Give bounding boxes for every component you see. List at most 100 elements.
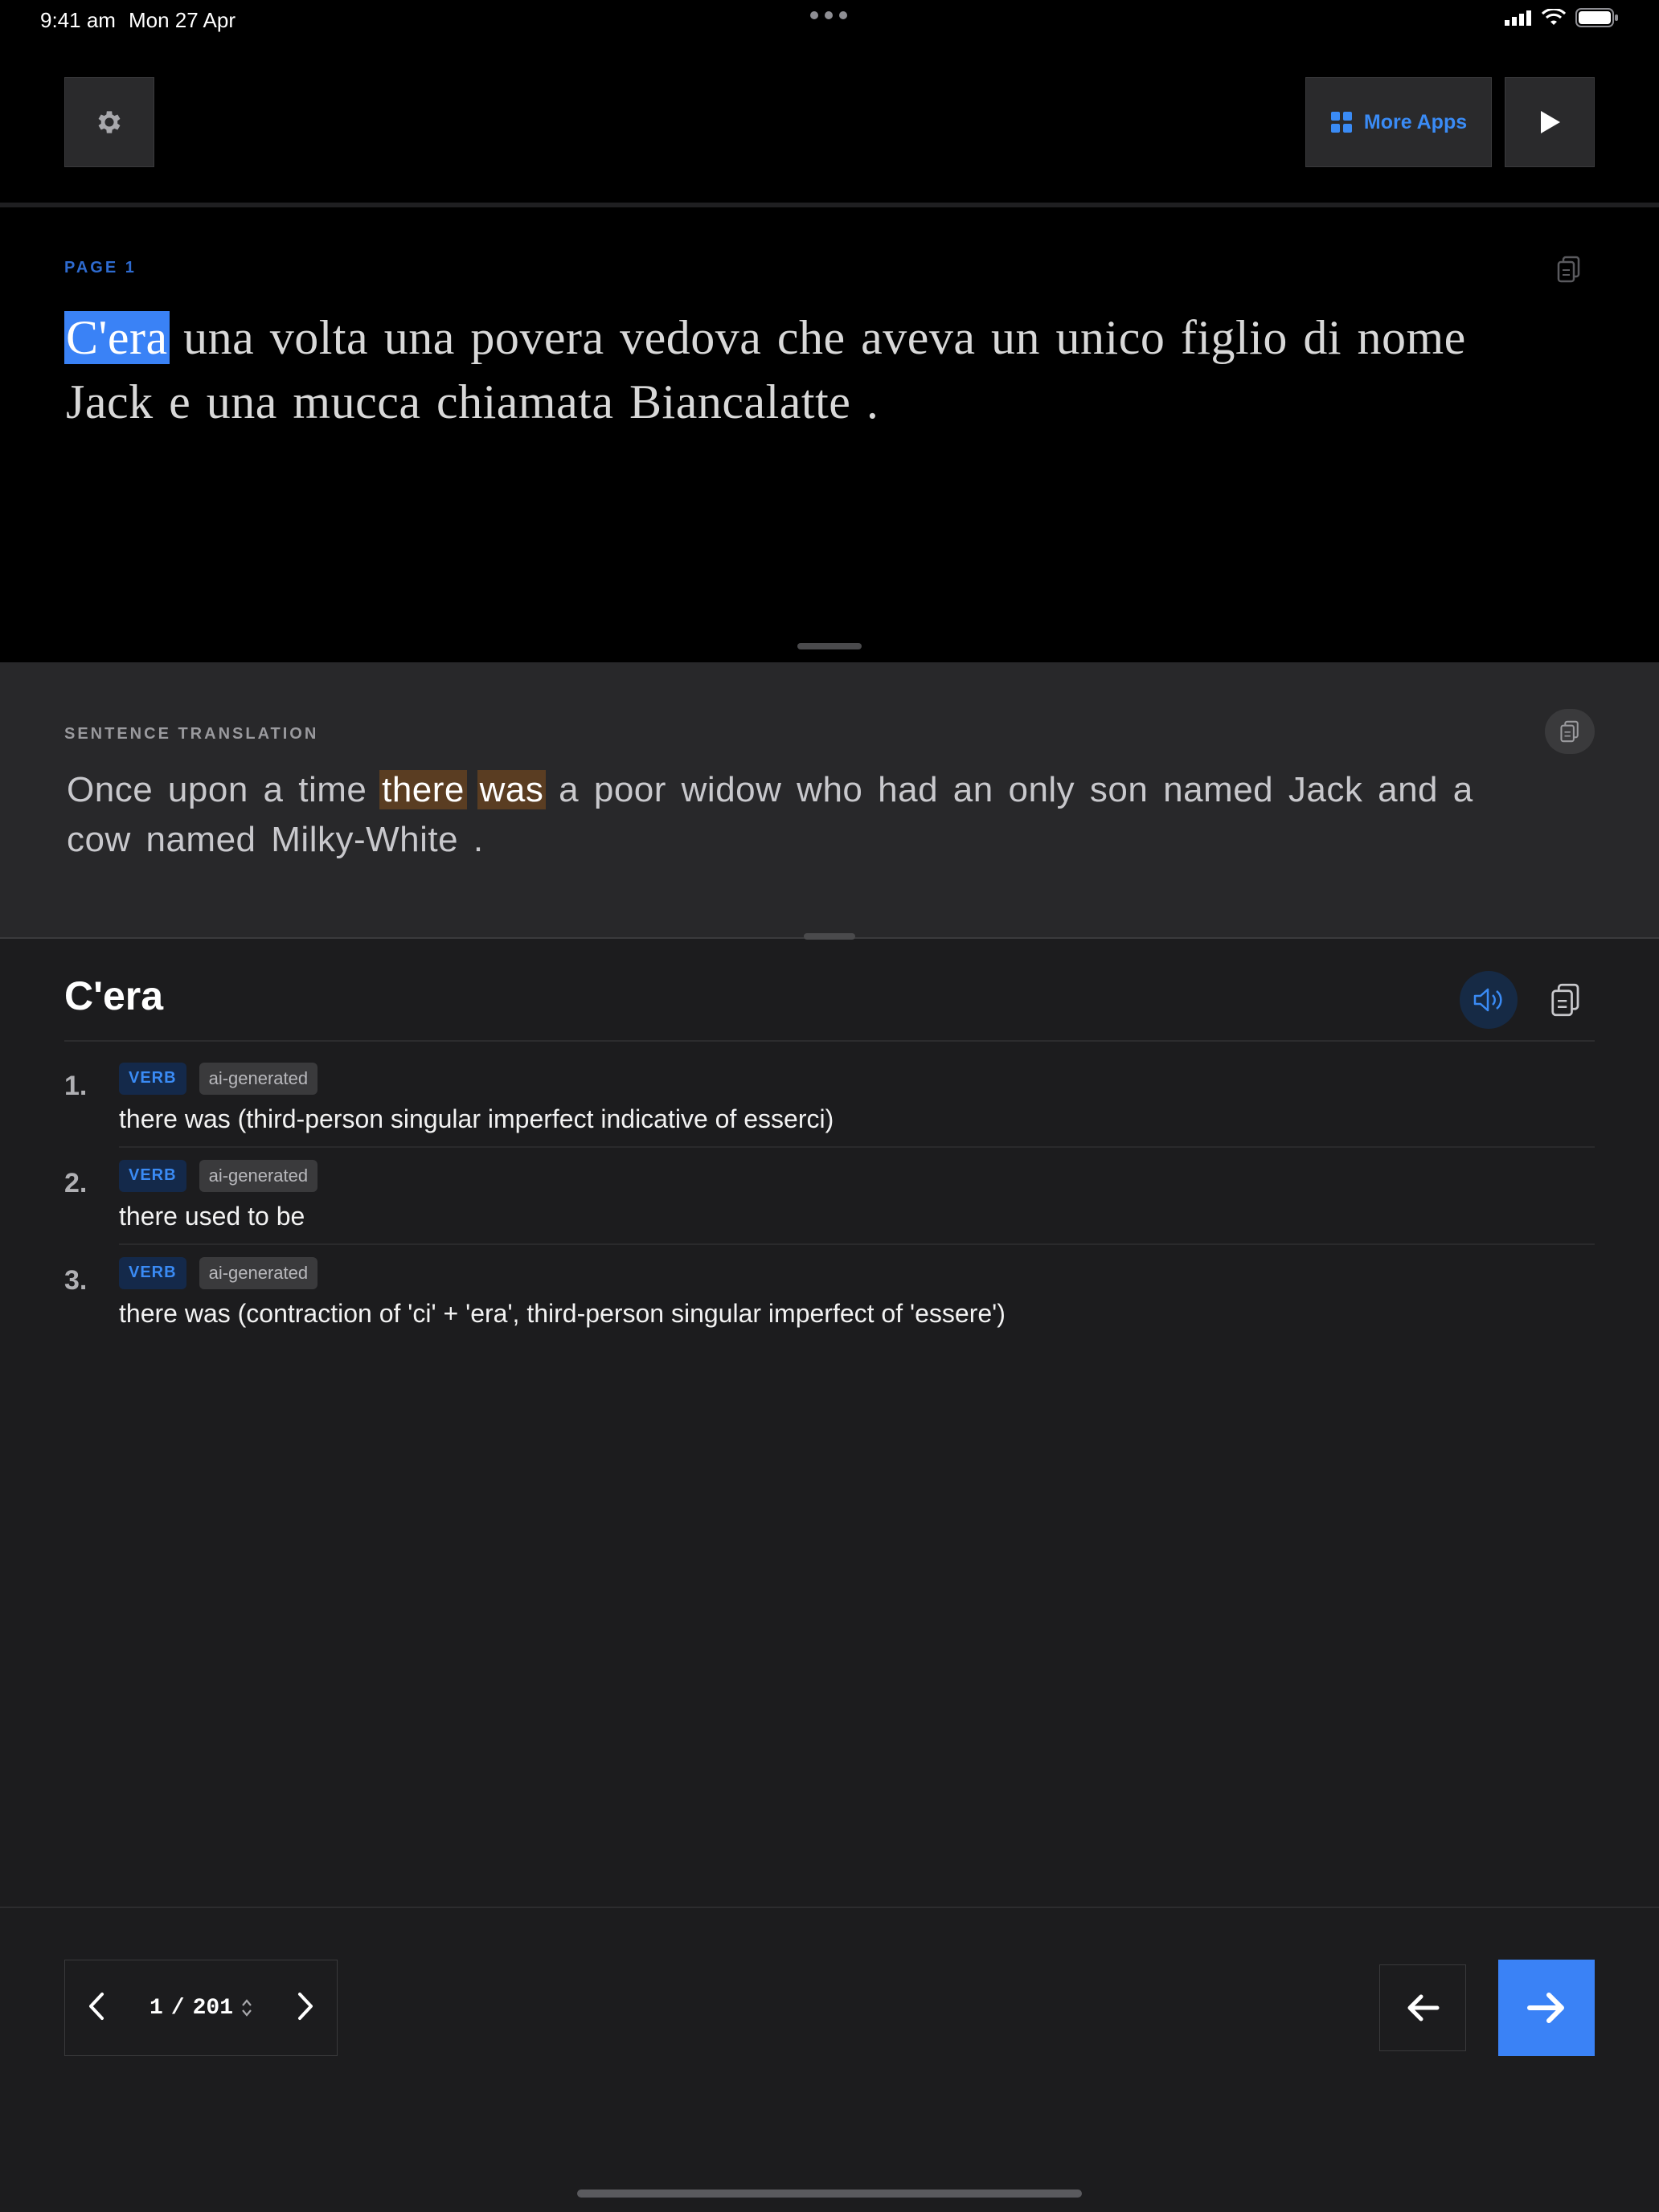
arrow-right-icon (1527, 1993, 1564, 2023)
translation-word[interactable]: who (794, 770, 865, 809)
source-word[interactable]: Biancalatte (628, 375, 852, 428)
translation-word[interactable]: a (261, 770, 286, 809)
play-button[interactable] (1505, 77, 1595, 167)
copy-icon (1560, 720, 1579, 743)
definition-separator (119, 1146, 1595, 1148)
translation-word[interactable]: there (379, 770, 467, 809)
translation-word[interactable]: an (951, 770, 996, 809)
source-word[interactable]: una (383, 311, 457, 364)
multitasking-dots-icon[interactable] (810, 11, 847, 19)
source-word[interactable]: vedova (618, 311, 763, 364)
arrow-left-icon (1407, 1994, 1440, 2022)
source-word[interactable]: unico (1055, 311, 1167, 364)
source-word[interactable]: figlio (1179, 311, 1289, 364)
copy-page-button[interactable] (1556, 256, 1582, 287)
sort-icon (242, 1999, 252, 2017)
more-apps-label: More Apps (1363, 110, 1468, 133)
translation-word[interactable]: named (1161, 770, 1276, 809)
page-selector[interactable]: 1 / 201 (150, 1996, 252, 2021)
translation-sentence: Once upon a time there was a poor widow … (64, 765, 1527, 865)
page-separator: / (170, 1995, 185, 2021)
translation-word[interactable]: poor (592, 770, 669, 809)
resize-handle[interactable] (797, 643, 862, 649)
source-word[interactable]: nome (1356, 311, 1468, 364)
translation-word[interactable]: had (875, 770, 940, 809)
translation-word[interactable]: time (296, 770, 369, 809)
source-word[interactable]: una (182, 311, 256, 364)
source-word[interactable]: Jack (64, 375, 155, 428)
settings-button[interactable] (64, 77, 154, 167)
source-word[interactable]: volta (268, 311, 370, 364)
copy-translation-button[interactable] (1545, 709, 1595, 754)
chevron-left-icon (89, 1992, 104, 2020)
definition-gloss: there was (third-person singular imperfe… (119, 1104, 834, 1133)
more-apps-button[interactable]: More Apps (1305, 77, 1492, 167)
translation-word[interactable]: a (556, 770, 581, 809)
page-picker: 1 / 201 (64, 1960, 338, 2056)
previous-page-button[interactable] (88, 1992, 105, 2025)
next-page-button[interactable] (297, 1992, 314, 2025)
previous-sentence-button[interactable] (1379, 1964, 1466, 2051)
translation-word[interactable]: widow (679, 770, 784, 809)
current-page: 1 (149, 1995, 163, 2021)
home-indicator[interactable] (577, 2189, 1082, 2198)
resize-handle[interactable] (804, 933, 855, 940)
translation-word[interactable]: named (143, 820, 258, 859)
ai-generated-badge: ai-generated (199, 1063, 318, 1095)
translation-word[interactable]: Jack (1286, 770, 1365, 809)
source-word[interactable]: C'era (64, 311, 170, 364)
definition-number: 1. (64, 1071, 88, 1101)
source-sentence: C'era una volta una povera vedova che av… (64, 305, 1511, 434)
signal-icon (1505, 10, 1531, 26)
source-word[interactable]: aveva (859, 311, 977, 364)
dictionary-divider (64, 1040, 1595, 1042)
status-date: Mon 27 Apr (129, 8, 236, 32)
copy-word-button[interactable] (1537, 971, 1595, 1029)
pos-badge: VERB (119, 1160, 186, 1192)
chevron-right-icon (297, 1992, 313, 2020)
source-word[interactable]: . (865, 375, 881, 428)
translation-word[interactable]: and (1375, 770, 1440, 809)
source-word[interactable]: di (1301, 311, 1343, 364)
definition-number: 3. (64, 1265, 88, 1296)
translation-label: SENTENCE TRANSLATION (64, 725, 319, 743)
play-icon (1541, 111, 1560, 133)
copy-icon (1551, 983, 1579, 1017)
source-word[interactable]: chiamata (435, 375, 616, 428)
translation-word[interactable]: only (1006, 770, 1077, 809)
ai-generated-badge: ai-generated (199, 1257, 318, 1289)
pos-badge: VERB (119, 1257, 186, 1289)
translation-word[interactable]: was (477, 770, 547, 809)
source-word[interactable]: un (989, 311, 1042, 364)
page-label: PAGE 1 (64, 259, 137, 276)
translation-word[interactable]: cow (64, 820, 133, 859)
total-pages: 201 (192, 1995, 234, 2021)
grid-icon (1330, 112, 1352, 133)
next-sentence-button[interactable] (1498, 1960, 1595, 2056)
definition-gloss: there was (contraction of 'ci' + 'era', … (119, 1299, 1006, 1328)
source-word[interactable]: che (776, 311, 847, 364)
ai-generated-badge: ai-generated (199, 1160, 318, 1192)
translation-word[interactable]: Once (64, 770, 155, 809)
dictionary-word: C'era (64, 973, 164, 1018)
status-icons (1505, 8, 1619, 27)
translation-word[interactable]: Milky-White (268, 820, 461, 859)
definition-number: 2. (64, 1168, 88, 1198)
source-word[interactable]: una (205, 375, 279, 428)
definition-separator (119, 1243, 1595, 1245)
source-word[interactable]: mucca (291, 375, 422, 428)
wifi-icon (1542, 9, 1566, 25)
source-word[interactable]: povera (469, 311, 605, 364)
translation-word[interactable]: upon (166, 770, 251, 809)
toolbar-divider (0, 203, 1659, 207)
pos-badge: VERB (119, 1063, 186, 1095)
pronounce-button[interactable] (1460, 971, 1518, 1029)
gear-icon (98, 111, 121, 133)
battery-icon (1575, 8, 1618, 27)
translation-word[interactable]: a (1451, 770, 1476, 809)
copy-icon (1557, 256, 1580, 283)
translation-word[interactable]: son (1088, 770, 1150, 809)
speaker-icon (1473, 988, 1502, 1012)
translation-word[interactable]: . (471, 820, 486, 859)
source-word[interactable]: e (167, 375, 192, 428)
